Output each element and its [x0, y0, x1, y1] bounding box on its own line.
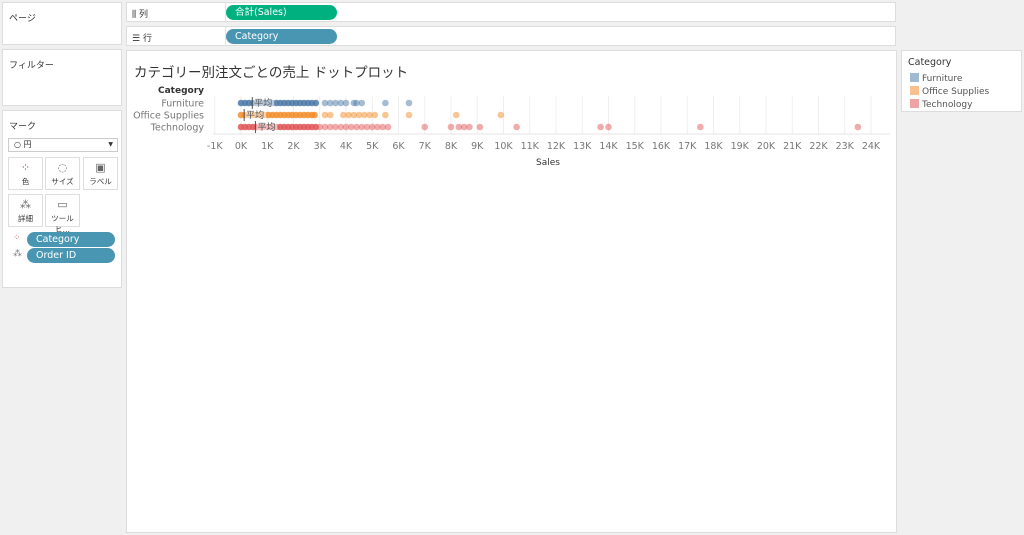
- dot-plot: -1K 0K 1K 2K 3K 4K 5K 6K 7K 8K 9K 10K 11K 12K 13K 14K 15…: [133, 86, 890, 168]
- x-tick-label: 19K: [731, 141, 750, 152]
- x-tick-label: 13K: [573, 141, 592, 152]
- data-point: [854, 123, 862, 131]
- x-tick-label: 17K: [678, 141, 697, 152]
- data-point: [497, 111, 505, 119]
- x-tick-label: 14K: [599, 141, 618, 152]
- x-tick-label: 11K: [521, 141, 540, 152]
- data-point: [466, 123, 473, 131]
- x-tick-label: 16K: [652, 141, 671, 152]
- average-label: 平均: [257, 121, 275, 133]
- data-point: [697, 123, 704, 131]
- x-tick-label: 20K: [757, 141, 776, 152]
- x-tick-label: 0K: [235, 141, 248, 152]
- x-tick-label: 5K: [366, 141, 379, 152]
- data-point: [513, 123, 520, 131]
- x-tick-label: 24K: [862, 141, 881, 152]
- data-point: [447, 123, 455, 131]
- data-point: [371, 111, 379, 119]
- x-tick-label: 10K: [494, 141, 513, 152]
- data-point: [382, 111, 389, 119]
- average-label: 平均: [246, 109, 264, 121]
- data-point: [384, 123, 392, 131]
- legend-title: Category: [908, 57, 952, 68]
- data-point: [312, 99, 320, 107]
- data-point: [326, 111, 334, 119]
- x-tick-label: 3K: [314, 141, 327, 152]
- x-tick-label: 1K: [261, 141, 274, 152]
- x-tick-label: 2K: [287, 141, 300, 152]
- data-point: [421, 123, 429, 131]
- x-tick-label: 6K: [392, 141, 405, 152]
- row-label: Office Supplies: [133, 111, 204, 122]
- x-tick-label: 22K: [809, 141, 828, 152]
- row-header: Category: [158, 86, 204, 96]
- x-axis-title: Sales: [536, 158, 560, 168]
- average-label: 平均: [254, 97, 272, 109]
- data-point: [476, 123, 484, 131]
- legend-item-furniture[interactable]: Furniture: [910, 73, 962, 84]
- data-point: [311, 111, 318, 119]
- x-tick-label: 15K: [626, 141, 645, 152]
- data-point: [358, 99, 366, 107]
- x-tick-label: 18K: [704, 141, 723, 152]
- data-point: [342, 99, 350, 107]
- x-tick-label: 7K: [419, 141, 432, 152]
- x-tick-label: 23K: [836, 141, 855, 152]
- x-tick-label: 4K: [340, 141, 353, 152]
- x-tick-label: 8K: [445, 141, 458, 152]
- data-point: [605, 123, 612, 131]
- data-point: [597, 123, 604, 131]
- legend-item-office-supplies[interactable]: Office Supplies: [910, 86, 989, 97]
- x-tick-label: 9K: [471, 141, 484, 152]
- data-point: [405, 99, 413, 107]
- legend-panel: Category Furniture Office Supplies Techn…: [901, 50, 1022, 112]
- data-point: [452, 111, 460, 119]
- legend-item-technology[interactable]: Technology: [910, 99, 972, 110]
- x-tick-label: -1K: [207, 141, 223, 152]
- data-point: [382, 99, 389, 107]
- row-label: Furniture: [161, 99, 204, 110]
- data-point: [405, 111, 413, 119]
- x-tick-label: 21K: [783, 141, 802, 152]
- row-label: Technology: [150, 123, 205, 134]
- x-tick-label: 12K: [547, 141, 566, 152]
